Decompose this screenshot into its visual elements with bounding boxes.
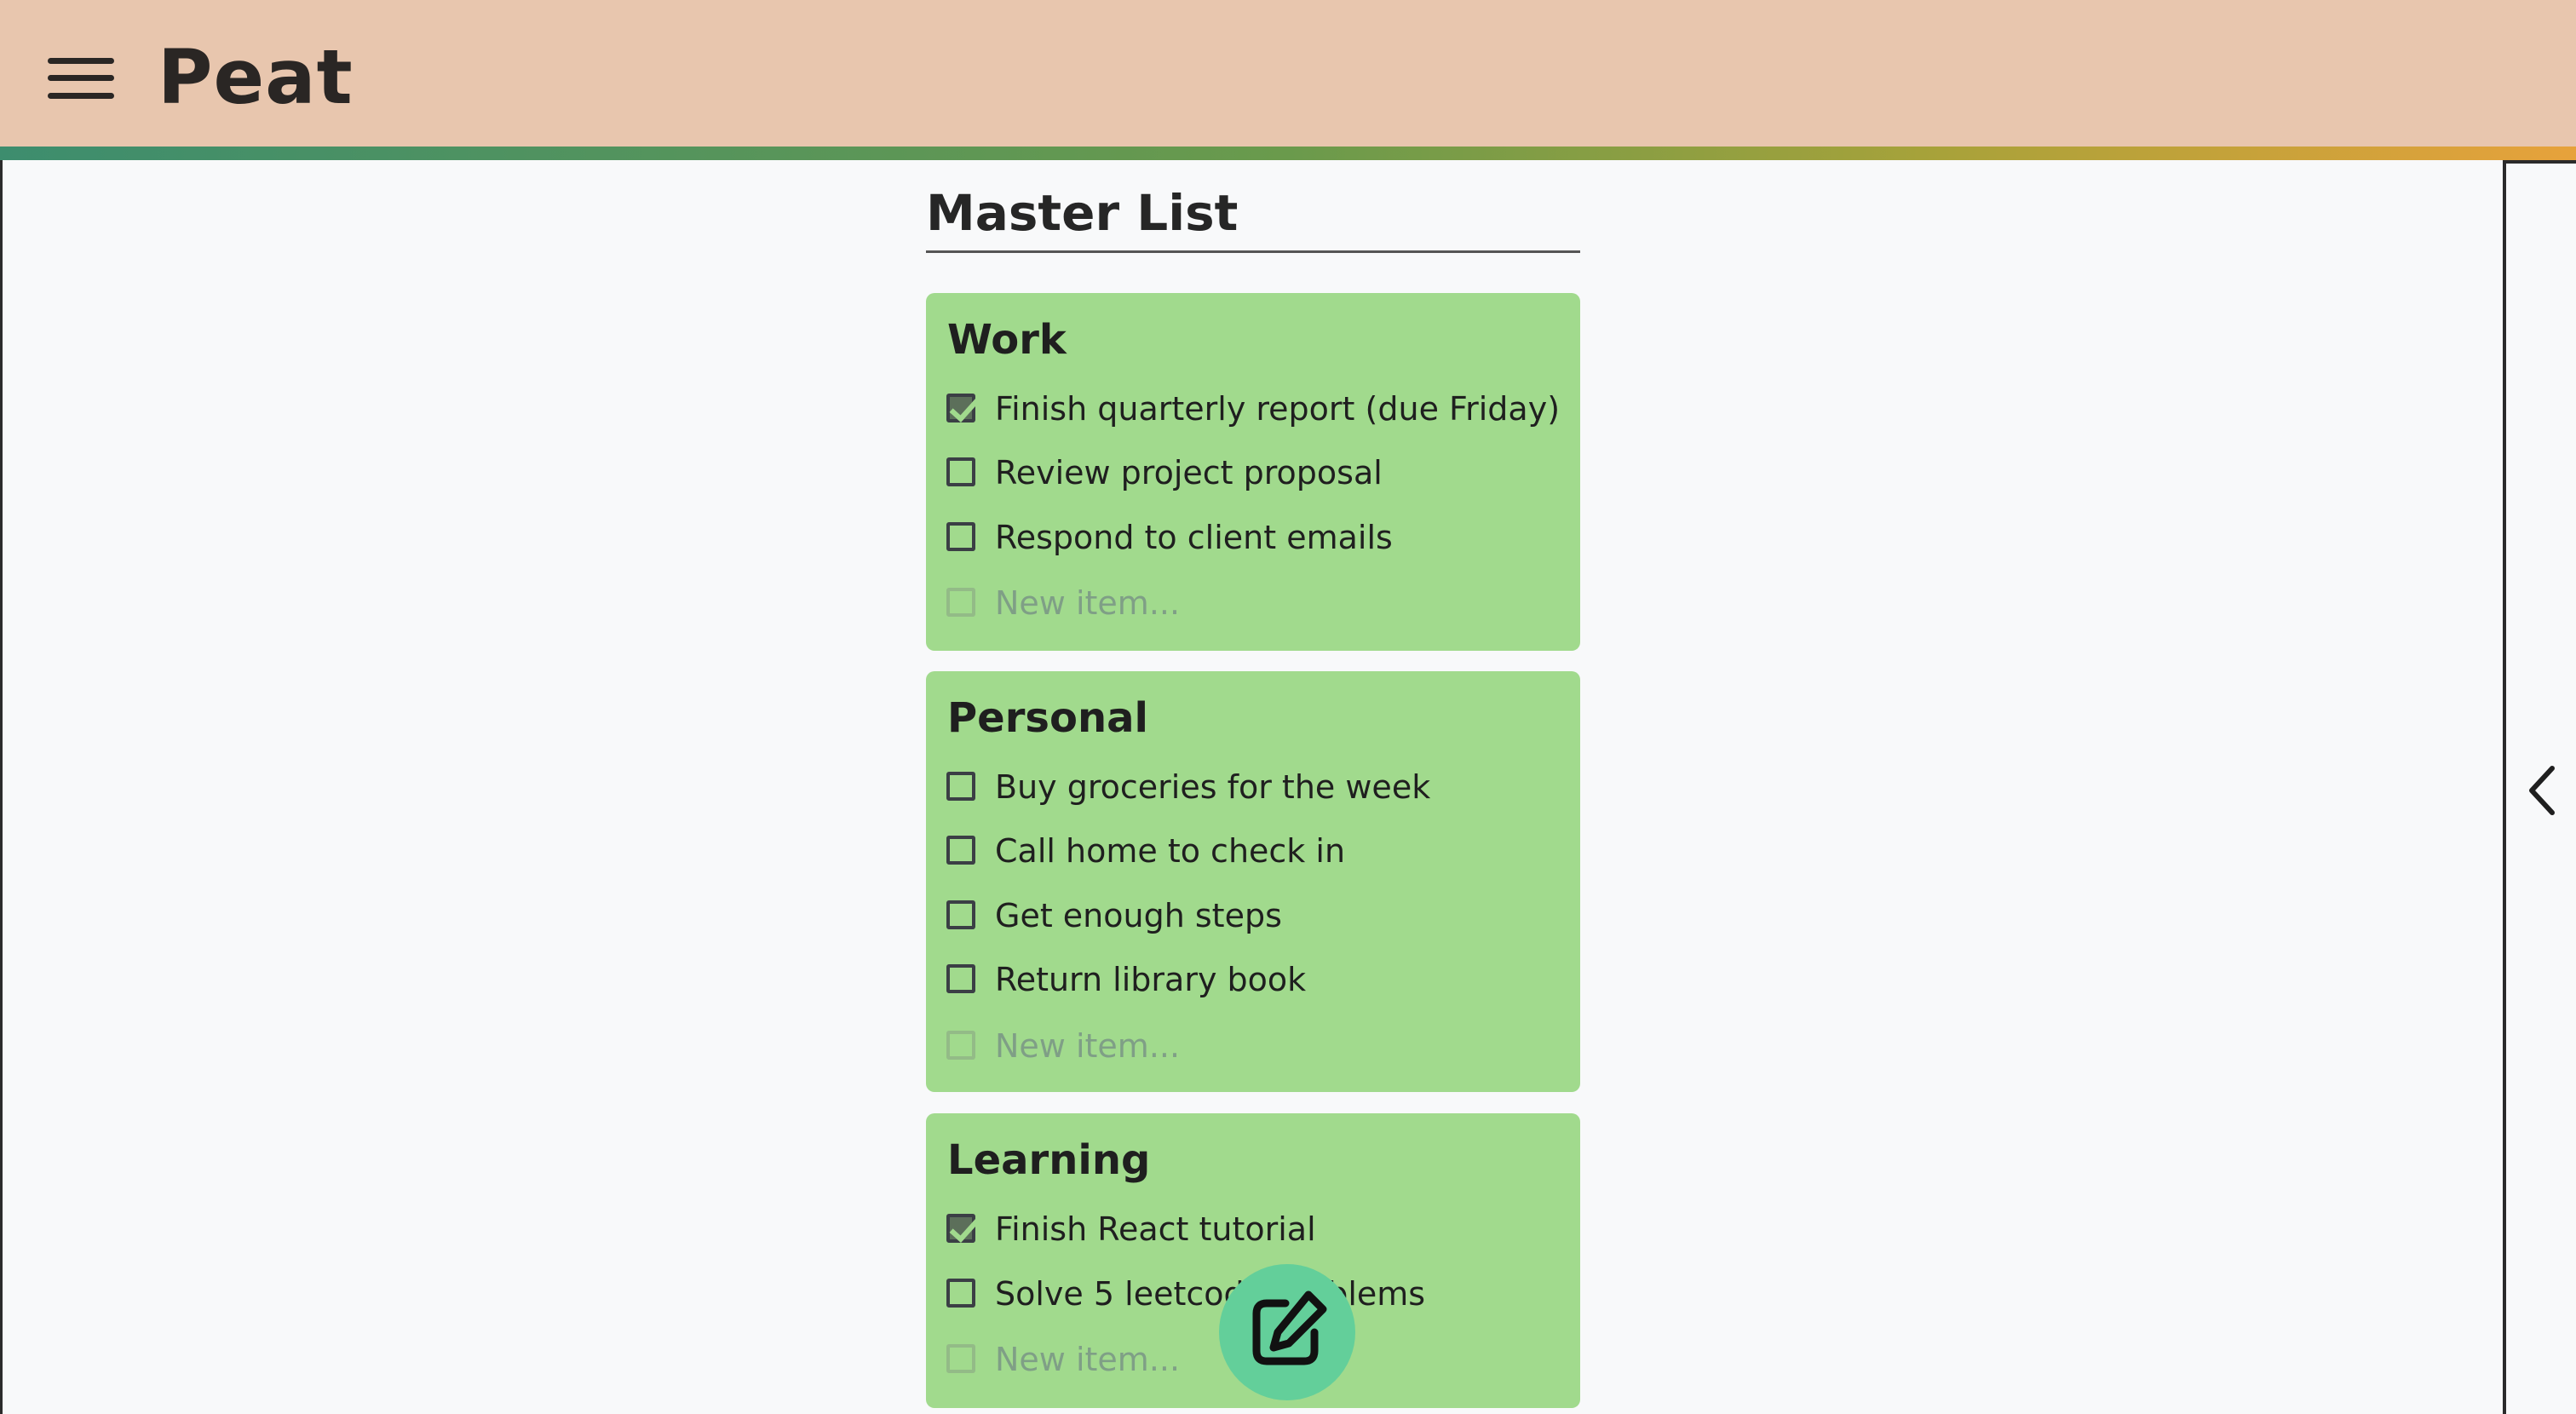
list-item[interactable]: Buy groceries for the week (946, 762, 1560, 813)
list-item[interactable]: Get enough steps (946, 890, 1560, 941)
checkbox-placeholder (946, 1344, 975, 1373)
new-item-row[interactable]: New item... (946, 1020, 1560, 1072)
list-item[interactable]: Respond to client emails (946, 512, 1560, 563)
checkbox[interactable] (946, 457, 975, 486)
item-label: Finish React tutorial (995, 1210, 1316, 1248)
checkbox[interactable] (946, 1279, 975, 1308)
list-item[interactable]: Review project proposal (946, 447, 1560, 498)
item-label: Return library book (995, 961, 1307, 998)
accent-strip (0, 147, 2576, 160)
checkbox[interactable] (946, 900, 975, 929)
checkbox[interactable] (946, 836, 975, 865)
new-item-row[interactable]: New item... (946, 578, 1560, 629)
checkbox-checked[interactable] (946, 394, 975, 422)
item-label: Call home to check in (995, 832, 1346, 870)
new-item-input[interactable]: New item... (995, 578, 1180, 629)
checkbox-placeholder (946, 1031, 975, 1060)
chevron-left-icon[interactable] (2523, 763, 2561, 818)
item-label: Finish quarterly report (due Friday) (995, 390, 1561, 428)
list-item[interactable]: Finish quarterly report (due Friday) (946, 383, 1560, 434)
item-label: Get enough steps (995, 897, 1282, 934)
menu-line (48, 75, 114, 81)
edit-icon (1252, 1290, 1327, 1365)
new-item-input[interactable]: New item... (995, 1334, 1180, 1385)
checkbox-placeholder (946, 588, 975, 617)
list-title: Learning (947, 1136, 1151, 1184)
checkbox[interactable] (946, 522, 975, 551)
edit-fab-button[interactable] (1219, 1264, 1355, 1400)
checkbox-checked[interactable] (946, 1214, 975, 1243)
new-item-input[interactable]: New item... (995, 1020, 1180, 1072)
item-label: Review project proposal (995, 454, 1383, 491)
item-label: Respond to client emails (995, 519, 1393, 556)
page-title: Master List (926, 184, 1239, 242)
heading-divider (926, 250, 1580, 253)
top-bar (0, 0, 2576, 147)
item-label: Solve 5 leetcode problems (995, 1275, 1426, 1313)
checkbox[interactable] (946, 964, 975, 993)
menu-line (48, 93, 114, 99)
hamburger-menu-icon[interactable] (48, 55, 114, 102)
app-title: Peat (158, 33, 354, 121)
item-label: Buy groceries for the week (995, 768, 1431, 806)
list-item[interactable]: Return library book (946, 954, 1560, 1005)
checkbox[interactable] (946, 772, 975, 801)
list-item[interactable]: Call home to check in (946, 825, 1560, 877)
list-title: Personal (947, 694, 1148, 742)
list-title: Work (947, 316, 1067, 364)
menu-line (48, 58, 114, 64)
list-item[interactable]: Finish React tutorial (946, 1204, 1560, 1255)
